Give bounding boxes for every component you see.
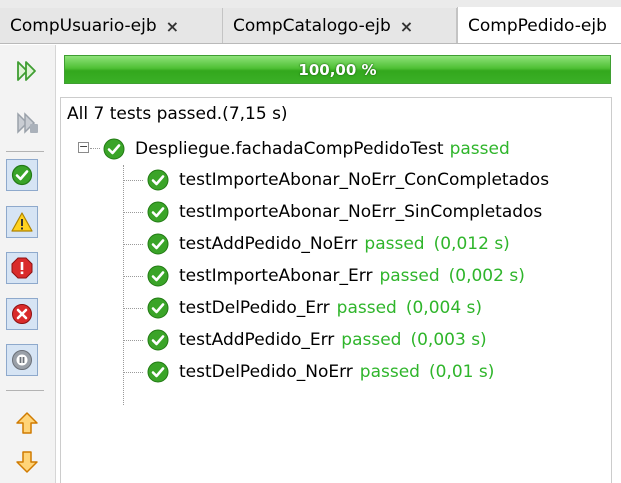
test-status: passed: [336, 298, 397, 318]
tree-connector: [123, 372, 143, 373]
show-passed-toggle[interactable]: [6, 159, 38, 191]
test-row[interactable]: testDelPedido_Err passed (0,004 s): [147, 293, 482, 323]
passed-check-icon: [147, 361, 169, 383]
rerun-icon: [17, 61, 36, 81]
tab-label: CompCatalogo-ejb: [233, 16, 391, 36]
show-failures-icon: [12, 304, 32, 324]
test-status: passed: [364, 234, 425, 254]
show-warnings-toggle[interactable]: [6, 206, 38, 238]
test-name: testAddPedido_Err: [179, 330, 335, 350]
test-status: passed: [359, 362, 420, 382]
progress-text: 100,00 %: [298, 60, 377, 79]
test-duration: (0,002 s): [448, 266, 525, 286]
toolbar-separator: [6, 151, 44, 152]
next-failure-button[interactable]: [13, 448, 41, 476]
show-aborted-icon: [12, 350, 32, 370]
test-results-tree[interactable]: All 7 tests passed.(7,15 s) − Despliegue…: [60, 97, 612, 483]
rerun-failed-icon: [17, 112, 38, 134]
show-warnings-icon: [11, 212, 33, 232]
tab-bar: CompUsuario-ejb × CompCatalogo-ejb × Com…: [0, 0, 621, 44]
tree-connector: [123, 180, 143, 181]
test-name: testAddPedido_NoErr: [179, 234, 358, 254]
tab-label: CompUsuario-ejb: [10, 16, 157, 36]
tree-connector: [123, 308, 143, 309]
test-duration: (0,004 s): [405, 298, 483, 318]
show-errors-toggle[interactable]: [6, 252, 38, 284]
test-row[interactable]: testDelPedido_NoErr passed (0,01 s): [147, 357, 494, 387]
arrow-down-icon: [16, 451, 38, 473]
test-row[interactable]: testAddPedido_Err passed (0,003 s): [147, 325, 487, 355]
test-status: passed: [379, 266, 440, 286]
passed-check-icon: [147, 233, 169, 255]
tab-label: CompPedido-ejb: [468, 15, 607, 36]
suite-name: Despliegue.fachadaCompPedidoTest: [135, 139, 444, 159]
passed-check-icon: [147, 201, 169, 223]
passed-check-icon: [147, 329, 169, 351]
test-duration: (0,01 s): [428, 362, 495, 382]
passed-check-icon: [103, 138, 125, 160]
show-failures-toggle[interactable]: [6, 298, 38, 330]
test-row[interactable]: testImporteAbonar_NoErr_SinCompletados: [147, 197, 558, 227]
tab-comppedido-ejb[interactable]: CompPedido-ejb: [457, 7, 621, 43]
tree-connector: [123, 244, 143, 245]
tree-connector: [123, 276, 143, 277]
show-aborted-toggle[interactable]: [6, 344, 38, 376]
passed-check-icon: [147, 169, 169, 191]
tree-connector: [90, 148, 100, 149]
close-icon[interactable]: ×: [400, 17, 413, 36]
previous-failure-button[interactable]: [13, 409, 41, 437]
suite-status: passed: [449, 139, 510, 159]
test-name: testImporteAbonar_Err: [179, 266, 373, 286]
test-row[interactable]: testImporteAbonar_Err passed (0,002 s): [147, 261, 525, 291]
tab-compusuario-ejb[interactable]: CompUsuario-ejb ×: [0, 8, 223, 43]
collapse-toggle-icon[interactable]: −: [78, 141, 89, 153]
tree-connector: [123, 340, 143, 341]
test-row[interactable]: testImporteAbonar_NoErr_ConCompletados: [147, 165, 565, 195]
test-status: passed: [341, 330, 402, 350]
test-name: testDelPedido_NoErr: [179, 362, 353, 382]
tree-connector: [123, 212, 143, 213]
tree-connector: [123, 165, 124, 405]
test-name: testImporteAbonar_NoErr_ConCompletados: [179, 170, 550, 190]
show-errors-icon: [11, 257, 33, 279]
test-results-toolbar: [0, 45, 56, 483]
tab-compcatalogo-ejb[interactable]: CompCatalogo-ejb ×: [223, 8, 457, 43]
test-progress-bar: 100,00 %: [64, 55, 611, 84]
rerun-button[interactable]: [13, 57, 41, 85]
arrow-up-icon: [16, 412, 38, 434]
suite-row[interactable]: Despliegue.fachadaCompPedidoTest passed: [103, 134, 510, 164]
passed-check-icon: [147, 265, 169, 287]
rerun-failed-button[interactable]: [13, 109, 41, 137]
test-row[interactable]: testAddPedido_NoErr passed (0,012 s): [147, 229, 510, 259]
close-icon[interactable]: ×: [166, 17, 179, 36]
show-passed-icon: [11, 164, 33, 186]
toolbar-separator: [6, 390, 44, 391]
test-duration: (0,012 s): [433, 234, 510, 254]
test-duration: (0,003 s): [410, 330, 487, 350]
test-summary: All 7 tests passed.(7,15 s): [67, 104, 288, 124]
test-name: testDelPedido_Err: [179, 298, 330, 318]
passed-check-icon: [147, 297, 169, 319]
test-name: testImporteAbonar_NoErr_SinCompletados: [179, 202, 543, 222]
